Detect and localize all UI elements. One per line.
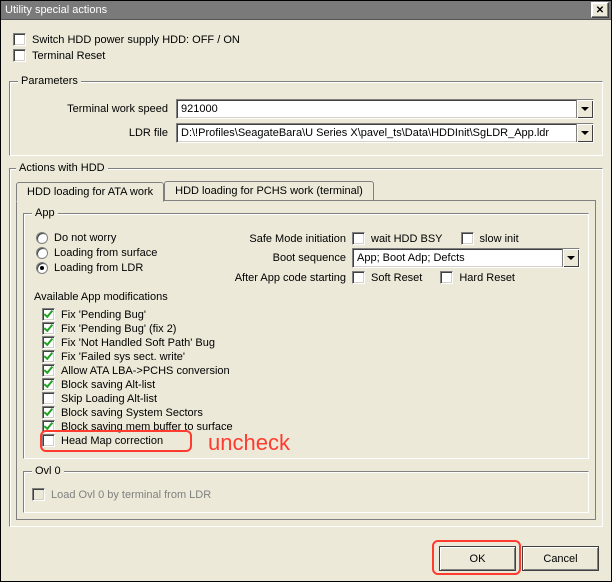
slow-init-label: slow init	[480, 233, 519, 245]
speed-value: 921000	[177, 103, 576, 115]
ldr-label: LDR file	[18, 127, 176, 139]
dialog-body: Switch HDD power supply HDD: OFF / ON Te…	[1, 20, 611, 541]
mod-label-9: Head Map correction	[61, 435, 163, 447]
bootseq-label: Boot sequence	[206, 252, 352, 264]
mod-label-2: Fix 'Not Handled Soft Path' Bug	[61, 337, 215, 349]
speed-label: Terminal work speed	[18, 103, 176, 115]
hard-reset-label: Hard Reset	[459, 272, 515, 284]
chevron-down-icon[interactable]	[576, 124, 593, 142]
radio-ldr-label: Loading from LDR	[54, 262, 143, 274]
tab-pchs[interactable]: HDD loading for PCHS work (terminal)	[164, 181, 374, 200]
radio-donotworry-label: Do not worry	[54, 232, 116, 244]
mod-checkbox-9[interactable]	[42, 434, 55, 447]
mod-checkbox-4[interactable]	[42, 364, 55, 377]
soft-reset-checkbox[interactable]	[352, 271, 365, 284]
cancel-button[interactable]: Cancel	[522, 546, 599, 571]
mod-checkbox-1[interactable]	[42, 322, 55, 335]
window-title: Utility special actions	[5, 4, 107, 16]
switch-hdd-label: Switch HDD power supply HDD: OFF / ON	[32, 34, 240, 46]
mod-checkbox-5[interactable]	[42, 378, 55, 391]
ovl-group: Ovl 0 Load Ovl 0 by terminal from LDR	[23, 465, 589, 513]
close-button[interactable]: ✕	[591, 2, 609, 18]
app-legend: App	[32, 207, 58, 219]
ok-button[interactable]: OK	[439, 546, 516, 571]
mods-section: Available App modifications Fix 'Pending…	[32, 291, 580, 450]
load-ovl-label: Load Ovl 0 by terminal from LDR	[51, 489, 211, 501]
ok-label: OK	[470, 553, 486, 565]
terminal-reset-checkbox[interactable]	[13, 49, 26, 62]
soft-reset-label: Soft Reset	[371, 272, 422, 284]
mod-label-4: Allow ATA LBA->PCHS conversion	[61, 365, 230, 377]
mod-checkbox-8[interactable]	[42, 420, 55, 433]
bootseq-value: App; Boot Adp; Defcts	[353, 252, 562, 264]
ovl-legend: Ovl 0	[32, 465, 64, 477]
bootseq-combo[interactable]: App; Boot Adp; Defcts	[352, 248, 580, 268]
mod-checkbox-0[interactable]	[42, 308, 55, 321]
mod-checkbox-6[interactable]	[42, 392, 55, 405]
mod-label-8: Block saving mem buffer to surface	[61, 421, 233, 433]
tab-ata[interactable]: HDD loading for ATA work	[16, 182, 164, 202]
ldr-combo[interactable]: D:\!Profiles\SeagateBara\U Series X\pave…	[176, 123, 594, 143]
tab-strip: HDD loading for ATA work HDD loading for…	[16, 181, 596, 201]
cancel-label: Cancel	[543, 553, 577, 565]
terminal-reset-label: Terminal Reset	[32, 50, 105, 62]
app-radio-column: Do not worry Loading from surface Loadin…	[32, 227, 206, 277]
radio-ldr[interactable]	[36, 262, 48, 274]
safemode-label: Safe Mode initiation	[206, 233, 352, 245]
button-row: OK Cancel	[439, 546, 599, 571]
mod-label-0: Fix 'Pending Bug'	[61, 309, 146, 321]
actions-legend: Actions with HDD	[16, 162, 108, 174]
parameters-group: Parameters Terminal work speed 921000 LD…	[9, 75, 603, 156]
radio-surface[interactable]	[36, 247, 48, 259]
speed-combo[interactable]: 921000	[176, 99, 594, 119]
dialog-window: Utility special actions ✕ Switch HDD pow…	[0, 0, 612, 582]
wait-hdd-bsy-checkbox[interactable]	[352, 232, 365, 245]
slow-init-checkbox[interactable]	[461, 232, 474, 245]
wait-hdd-bsy-label: wait HDD BSY	[371, 233, 443, 245]
parameters-legend: Parameters	[18, 75, 81, 87]
close-icon: ✕	[596, 5, 604, 16]
mod-label-1: Fix 'Pending Bug' (fix 2)	[61, 323, 176, 335]
tab-panel: App Do not worry Loading from surface	[16, 200, 596, 520]
mod-label-5: Block saving Alt-list	[61, 379, 155, 391]
mod-label-3: Fix 'Failed sys sect. write'	[61, 351, 185, 363]
mod-label-7: Block saving System Sectors	[61, 407, 203, 419]
mod-checkbox-7[interactable]	[42, 406, 55, 419]
mod-checkbox-2[interactable]	[42, 336, 55, 349]
load-ovl-checkbox	[32, 488, 45, 501]
app-right-column: Safe Mode initiation wait HDD BSY slow i…	[206, 227, 580, 287]
radio-donotworry[interactable]	[36, 232, 48, 244]
top-options: Switch HDD power supply HDD: OFF / ON Te…	[9, 26, 603, 73]
mod-label-6: Skip Loading Alt-list	[61, 393, 157, 405]
chevron-down-icon[interactable]	[576, 100, 593, 118]
app-group: App Do not worry Loading from surface	[23, 207, 589, 459]
tab-pchs-label: HDD loading for PCHS work (terminal)	[175, 185, 363, 197]
aftercode-label: After App code starting	[206, 272, 352, 284]
mods-label: Available App modifications	[32, 291, 580, 303]
actions-group: Actions with HDD HDD loading for ATA wor…	[9, 162, 603, 527]
title-bar: Utility special actions ✕	[1, 1, 611, 20]
hard-reset-checkbox[interactable]	[440, 271, 453, 284]
mod-checkbox-3[interactable]	[42, 350, 55, 363]
switch-hdd-checkbox[interactable]	[13, 33, 26, 46]
mods-list: Fix 'Pending Bug' Fix 'Pending Bug' (fix…	[32, 305, 580, 450]
tab-ata-label: HDD loading for ATA work	[27, 186, 153, 198]
ldr-value: D:\!Profiles\SeagateBara\U Series X\pave…	[177, 127, 576, 139]
chevron-down-icon[interactable]	[562, 249, 579, 267]
radio-surface-label: Loading from surface	[54, 247, 157, 259]
